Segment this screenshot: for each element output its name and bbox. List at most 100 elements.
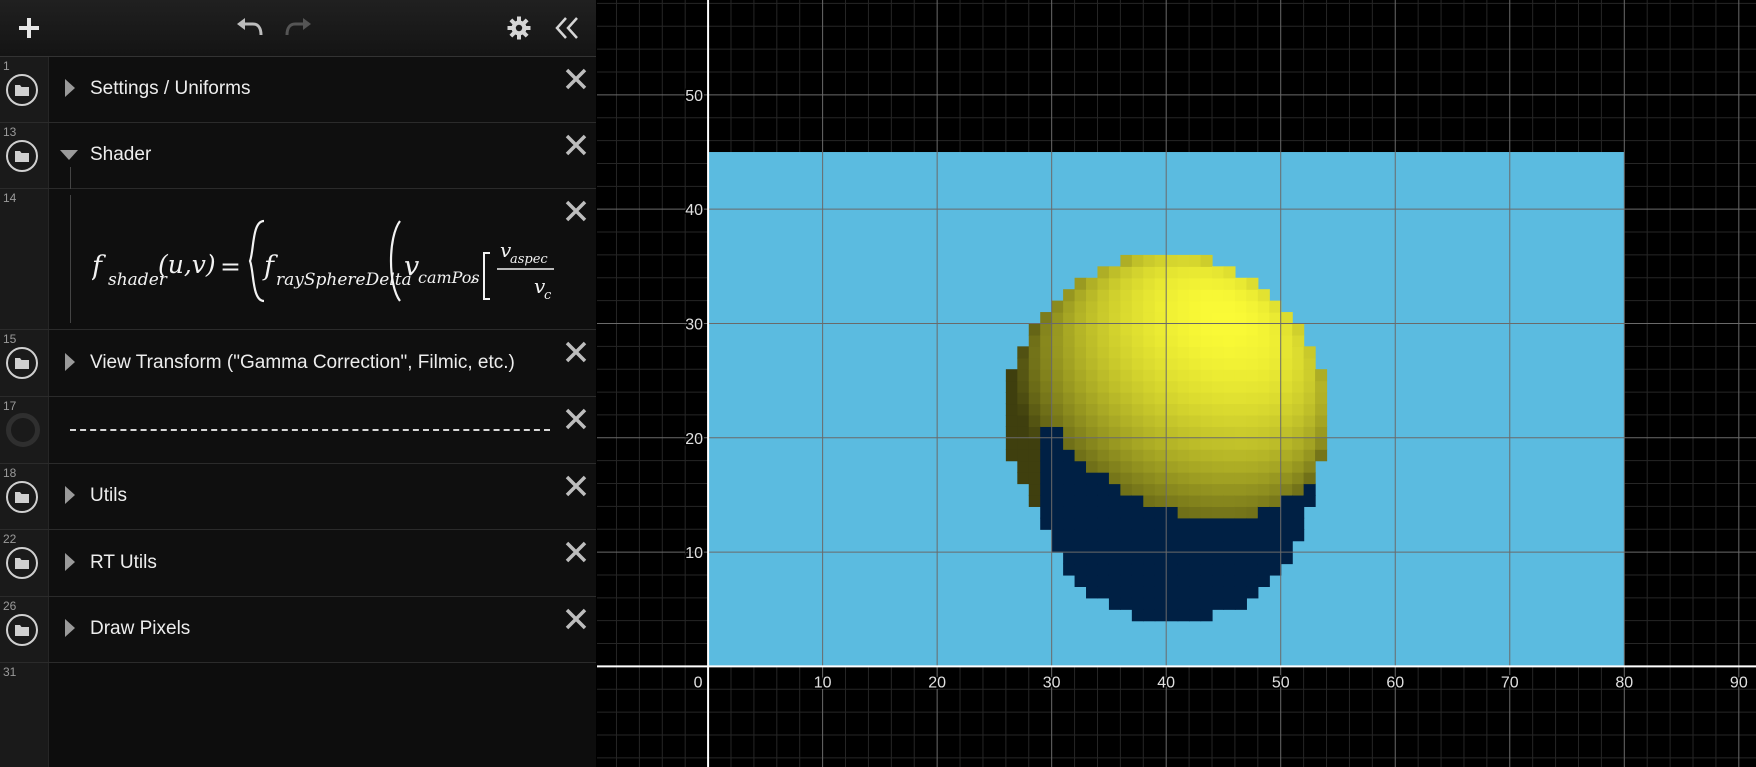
render-pixel bbox=[1097, 266, 1110, 279]
render-pixel bbox=[1063, 563, 1076, 576]
expression-hidden-line[interactable]: 17 bbox=[0, 397, 596, 464]
render-pixel bbox=[1074, 483, 1087, 496]
render-pixel bbox=[1223, 586, 1236, 599]
folder-rt-utils[interactable]: 22 RT Utils bbox=[0, 530, 596, 597]
render-pixel bbox=[1154, 357, 1167, 370]
render-pixel bbox=[1154, 506, 1167, 519]
folder-title[interactable]: Shader bbox=[90, 144, 151, 166]
render-pixel bbox=[1063, 312, 1076, 325]
delete-expression-button[interactable] bbox=[562, 472, 590, 500]
folder-title[interactable]: View Transform ("Gamma Correction", Film… bbox=[90, 352, 515, 374]
render-pixel bbox=[1246, 334, 1259, 347]
show-hide-toggle[interactable] bbox=[6, 413, 40, 447]
render-pixel bbox=[1292, 517, 1305, 530]
folder-title[interactable]: Draw Pixels bbox=[90, 618, 190, 640]
render-pixel bbox=[1166, 254, 1179, 267]
render-pixel bbox=[1154, 300, 1167, 313]
render-pixel bbox=[1246, 483, 1259, 496]
render-pixel bbox=[1223, 392, 1236, 405]
render-pixel bbox=[1086, 472, 1099, 485]
folder-title[interactable]: RT Utils bbox=[90, 552, 157, 574]
render-pixel bbox=[1280, 449, 1293, 462]
render-pixel bbox=[1028, 494, 1041, 507]
undo-button[interactable] bbox=[230, 8, 270, 48]
folder-icon[interactable] bbox=[6, 347, 38, 379]
expression-shader-formula[interactable]: 14 f shader (u,v) = f raySphereDelta v c… bbox=[0, 189, 596, 330]
delete-expression-button[interactable] bbox=[562, 538, 590, 566]
collapse-caret-icon[interactable] bbox=[59, 149, 79, 161]
render-pixel bbox=[1234, 449, 1247, 462]
graph-canvas[interactable]: 0 10 20 30 40 50 60 70 80 90 10 20 30 40 50 bbox=[597, 0, 1756, 767]
render-pixel bbox=[1086, 586, 1099, 599]
render-pixel bbox=[1234, 277, 1247, 290]
render-pixel bbox=[1177, 403, 1190, 416]
graph-paper[interactable]: 0 10 20 30 40 50 60 70 80 90 10 20 30 40 50 bbox=[597, 0, 1756, 767]
render-pixel bbox=[1017, 414, 1030, 427]
folder-icon[interactable] bbox=[6, 614, 38, 646]
piecewise-brace bbox=[248, 219, 265, 303]
render-pixel bbox=[1257, 483, 1270, 496]
render-pixel bbox=[1143, 529, 1156, 542]
settings-button[interactable] bbox=[499, 8, 539, 48]
delete-expression-button[interactable] bbox=[562, 338, 590, 366]
expression-gutter: 14 bbox=[0, 189, 49, 329]
folder-draw-pixels[interactable]: 26 Draw Pixels bbox=[0, 597, 596, 663]
render-pixel bbox=[1246, 289, 1259, 302]
new-expression-input[interactable]: 31 bbox=[0, 663, 596, 767]
render-pixel bbox=[1086, 529, 1099, 542]
render-pixel bbox=[1143, 357, 1156, 370]
folder-utils[interactable]: 18 Utils bbox=[0, 464, 596, 530]
render-pixel bbox=[1189, 380, 1202, 393]
render-pixel bbox=[1177, 529, 1190, 542]
delete-expression-button[interactable] bbox=[562, 197, 590, 225]
render-pixel bbox=[1257, 472, 1270, 485]
render-pixel bbox=[1005, 426, 1018, 439]
folder-icon[interactable] bbox=[6, 74, 38, 106]
render-pixel bbox=[1200, 300, 1213, 313]
render-pixel bbox=[1097, 483, 1110, 496]
render-pixel bbox=[1223, 449, 1236, 462]
render-pixel bbox=[1189, 483, 1202, 496]
render-pixel bbox=[1051, 323, 1064, 336]
render-pixel bbox=[1017, 380, 1030, 393]
folder-shader[interactable]: 13 Shader bbox=[0, 123, 596, 189]
render-pixel bbox=[1246, 277, 1259, 290]
render-pixel bbox=[1189, 346, 1202, 359]
delete-expression-button[interactable] bbox=[562, 605, 590, 633]
expand-caret-icon[interactable] bbox=[64, 78, 76, 98]
folder-view-transform[interactable]: 15 View Transform ("Gamma Correction", F… bbox=[0, 330, 596, 397]
render-pixel bbox=[1097, 300, 1110, 313]
render-pixel bbox=[1257, 369, 1270, 382]
render-pixel bbox=[1086, 483, 1099, 496]
render-pixel bbox=[1269, 312, 1282, 325]
delete-expression-button[interactable] bbox=[562, 65, 590, 93]
redo-button[interactable] bbox=[278, 8, 318, 48]
expand-caret-icon[interactable] bbox=[64, 552, 76, 572]
folder-settings-uniforms[interactable]: 1 Settings / Uniforms bbox=[0, 57, 596, 123]
folder-icon[interactable] bbox=[6, 481, 38, 513]
render-pixel bbox=[1074, 357, 1087, 370]
render-pixel bbox=[1108, 437, 1121, 450]
expand-caret-icon[interactable] bbox=[64, 485, 76, 505]
render-pixel bbox=[1040, 449, 1053, 462]
folder-icon[interactable] bbox=[6, 140, 38, 172]
delete-expression-button[interactable] bbox=[562, 131, 590, 159]
expand-caret-icon[interactable] bbox=[64, 352, 76, 372]
folder-title[interactable]: Settings / Uniforms bbox=[90, 78, 251, 100]
folder-icon[interactable] bbox=[6, 547, 38, 579]
render-pixel bbox=[1257, 289, 1270, 302]
render-pixel bbox=[1315, 437, 1328, 450]
render-pixel bbox=[1028, 357, 1041, 370]
render-pixel bbox=[1017, 437, 1030, 450]
expand-caret-icon[interactable] bbox=[64, 618, 76, 638]
render-pixel bbox=[1223, 494, 1236, 507]
collapse-panel-button[interactable] bbox=[547, 8, 587, 48]
render-pixel bbox=[1292, 357, 1305, 370]
add-item-button[interactable] bbox=[9, 8, 49, 48]
render-pixel bbox=[1189, 609, 1202, 622]
delete-expression-button[interactable] bbox=[562, 405, 590, 433]
render-pixel bbox=[1108, 277, 1121, 290]
render-pixel bbox=[1143, 449, 1156, 462]
folder-title[interactable]: Utils bbox=[90, 485, 127, 507]
formula-input[interactable]: f shader (u,v) = f raySphereDelta v camP… bbox=[92, 209, 554, 309]
